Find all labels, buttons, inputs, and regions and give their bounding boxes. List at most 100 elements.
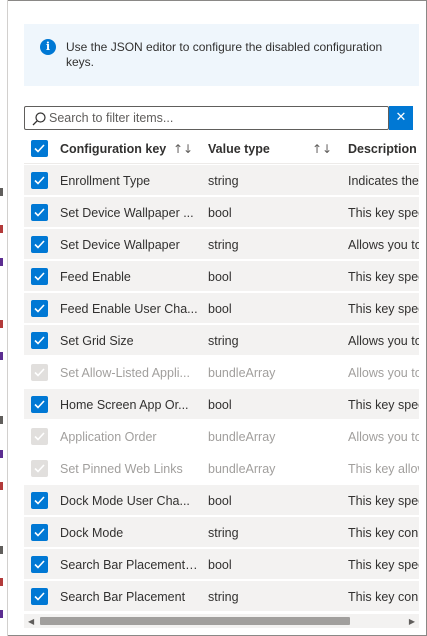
edge-mark <box>0 188 3 196</box>
horizontal-scrollbar[interactable]: ◀ ▶ <box>24 614 419 628</box>
table-row[interactable]: Application Order bundleArray Allows you t… <box>24 421 419 452</box>
info-icon: i <box>40 39 56 55</box>
table-row[interactable]: Feed Enable bool This key spec <box>24 261 419 292</box>
table-row[interactable]: Search Bar Placement ... bool This key spe… <box>24 549 419 580</box>
row-checkbox[interactable] <box>31 300 48 317</box>
row-description: This key con <box>348 526 419 540</box>
row-config-key: Set Device Wallpaper ... <box>60 206 194 220</box>
row-value-type: string <box>208 526 239 540</box>
scroll-right-icon[interactable]: ▶ <box>409 617 415 626</box>
row-value-type: bool <box>208 270 232 284</box>
row-checkbox <box>31 364 48 381</box>
row-config-key: Feed Enable <box>60 270 131 284</box>
row-value-type: bool <box>208 398 232 412</box>
row-value-type: string <box>208 238 239 252</box>
row-description: This key spec <box>348 270 419 284</box>
row-value-type: string <box>208 334 239 348</box>
edge-mark <box>0 482 3 490</box>
background-blade-edge <box>0 0 8 636</box>
row-checkbox <box>31 428 48 445</box>
row-description: Indicates the <box>348 174 419 188</box>
row-description: This key spec <box>348 398 419 412</box>
table-row[interactable]: Dock Mode string This key con <box>24 517 419 548</box>
edge-mark <box>0 610 3 618</box>
edge-mark <box>0 258 3 266</box>
search-input[interactable] <box>49 107 385 129</box>
table-row[interactable]: Feed Enable User Cha... bool This key spec <box>24 293 419 324</box>
row-description: Allows you to <box>348 366 419 380</box>
grid-header: Configuration key ↑↓ Value type ↑↓ Descr… <box>24 134 419 164</box>
row-checkbox[interactable] <box>31 172 48 189</box>
row-config-key: Feed Enable User Cha... <box>60 302 198 316</box>
row-checkbox <box>31 460 48 477</box>
table-row[interactable]: Home Screen App Or... bool This key spec <box>24 389 419 420</box>
row-description: This key spec <box>348 302 419 316</box>
table-row[interactable]: Set Device Wallpaper string Allows you to <box>24 229 419 260</box>
row-checkbox[interactable] <box>31 332 48 349</box>
info-text: Use the JSON editor to configure the dis… <box>66 40 383 69</box>
row-config-key: Set Allow-Listed Appli... <box>60 366 190 380</box>
row-description: Allows you to <box>348 430 419 444</box>
configuration-grid: Configuration key ↑↓ Value type ↑↓ Descr… <box>24 134 419 614</box>
row-description: This key spec <box>348 558 419 572</box>
row-value-type: string <box>208 590 239 604</box>
scroll-left-icon[interactable]: ◀ <box>28 617 34 626</box>
edge-mark <box>0 225 3 233</box>
row-config-key: Set Pinned Web Links <box>60 462 183 476</box>
row-config-key: Enrollment Type <box>60 174 151 188</box>
row-checkbox[interactable] <box>31 236 48 253</box>
table-row[interactable]: Search Bar Placement string This key con <box>24 581 419 612</box>
edge-mark <box>0 416 3 424</box>
row-value-type: string <box>208 174 239 188</box>
row-value-type: bundleArray <box>208 366 276 380</box>
row-description: This key con <box>348 590 419 604</box>
table-row[interactable]: Enrollment Type string Indicates the <box>24 165 419 196</box>
row-checkbox[interactable] <box>31 204 48 221</box>
row-config-key: Dock Mode User Cha... <box>60 494 190 508</box>
table-row[interactable]: Set Pinned Web Links bundleArray This key … <box>24 453 419 484</box>
row-config-key: Home Screen App Or... <box>60 398 189 412</box>
row-description: This key allow <box>348 462 419 476</box>
row-config-key: Search Bar Placement <box>60 590 186 604</box>
sort-key-icon[interactable]: ↑↓ <box>173 142 193 156</box>
search-icon <box>32 112 46 126</box>
row-value-type: bool <box>208 494 232 508</box>
edge-mark <box>0 450 3 458</box>
row-description: This key spec <box>348 494 419 508</box>
row-config-key: Application Order <box>60 430 157 444</box>
row-config-key: Set Grid Size <box>60 334 134 348</box>
search-box[interactable] <box>24 106 389 130</box>
table-row[interactable]: Set Device Wallpaper ... bool This key spe… <box>24 197 419 228</box>
clear-search-button[interactable]: ✕ <box>389 106 413 130</box>
row-config-key: Search Bar Placement ... <box>60 558 198 572</box>
row-description: This key spec <box>348 206 419 220</box>
row-checkbox[interactable] <box>31 524 48 541</box>
sort-type-icon[interactable]: ↑↓ <box>312 142 332 156</box>
row-description: Allows you to <box>348 334 419 348</box>
row-config-key: Set Device Wallpaper <box>60 238 180 252</box>
row-checkbox[interactable] <box>31 492 48 509</box>
edge-mark <box>0 546 3 554</box>
column-header-type[interactable]: Value type <box>208 142 270 156</box>
row-checkbox[interactable] <box>31 268 48 285</box>
row-checkbox[interactable] <box>31 556 48 573</box>
edge-mark <box>0 578 3 586</box>
column-header-description[interactable]: Description <box>348 142 417 156</box>
row-checkbox[interactable] <box>31 396 48 413</box>
select-all-checkbox[interactable] <box>31 140 48 157</box>
row-value-type: bool <box>208 206 232 220</box>
row-value-type: bundleArray <box>208 462 276 476</box>
edge-mark <box>0 320 3 328</box>
row-value-type: bundleArray <box>208 430 276 444</box>
table-row[interactable]: Dock Mode User Cha... bool This key spec <box>24 485 419 516</box>
row-description: Allows you to <box>348 238 419 252</box>
column-header-key[interactable]: Configuration key <box>60 142 166 156</box>
table-row[interactable]: Set Allow-Listed Appli... bundleArray Allo… <box>24 357 419 388</box>
table-row[interactable]: Set Grid Size string Allows you to <box>24 325 419 356</box>
row-value-type: bool <box>208 558 232 572</box>
row-checkbox[interactable] <box>31 588 48 605</box>
row-config-key: Dock Mode <box>60 526 124 540</box>
scrollbar-thumb[interactable] <box>40 617 350 625</box>
row-value-type: bool <box>208 302 232 316</box>
edge-mark <box>0 352 3 360</box>
